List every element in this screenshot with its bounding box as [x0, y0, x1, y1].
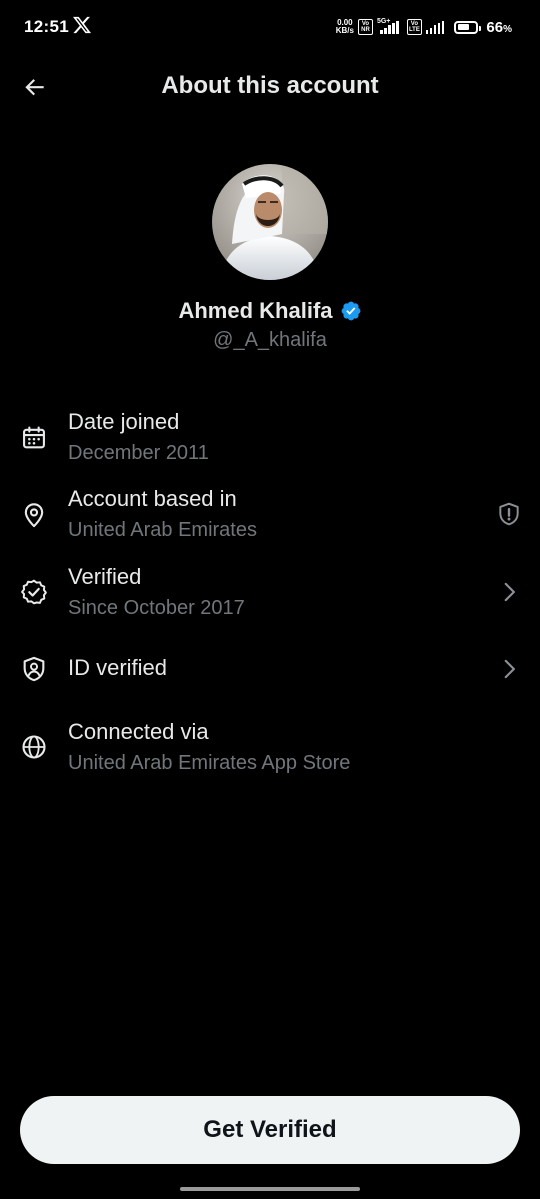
status-indicators: 0.00 KB/s Vo NR 5G+ Vo LTE 66%: [336, 16, 512, 38]
back-button[interactable]: [18, 70, 52, 104]
volte-nr-badge: Vo NR: [357, 19, 373, 35]
calendar-icon: [23, 426, 45, 449]
user-handle: @_A_khalifa: [213, 329, 327, 351]
info-verified[interactable]: Verified Since October 2017: [0, 557, 540, 627]
status-time: 12:51: [24, 17, 69, 36]
info-date-joined: Date joined December 2011: [0, 402, 540, 472]
back-arrow-icon: [25, 79, 44, 96]
avatar: [212, 164, 328, 280]
avatar-photo: [212, 164, 328, 280]
location-pin-icon: [24, 503, 44, 528]
info-value: Since October 2017: [68, 597, 245, 619]
display-name: Ahmed Khalifa: [178, 298, 333, 323]
chevron-right-icon: [504, 582, 515, 602]
info-value: United Arab Emirates App Store: [68, 752, 351, 774]
info-title: Date joined: [68, 409, 180, 434]
get-verified-button[interactable]: Get Verified: [20, 1096, 520, 1164]
network-speed: 0.00 KB/s: [335, 18, 354, 35]
home-indicator: [180, 1187, 360, 1191]
id-badge-shield-icon: [23, 656, 45, 682]
info-value: December 2011: [68, 442, 209, 464]
battery-percentage: 66%: [486, 18, 512, 36]
battery-icon: [454, 20, 482, 34]
globe-icon: [22, 735, 46, 759]
verified-badge-outline-icon: [21, 579, 47, 605]
info-account-based-in[interactable]: Account based in United Arab Emirates: [0, 479, 540, 549]
verified-badge-icon: [341, 301, 360, 321]
status-bar: 12:51 0.00 KB/s Vo NR 5G+ Vo LTE 66%: [0, 0, 540, 56]
display-name-row: Ahmed Khalifa: [0, 298, 540, 324]
info-connected-via: Connected via United Arab Emirates App S…: [0, 712, 540, 782]
info-value: United Arab Emirates: [68, 519, 257, 541]
signal-strength-icon-2: [425, 20, 445, 34]
info-title: Account based in: [68, 486, 237, 511]
info-title: Connected via: [68, 719, 209, 744]
chevron-right-icon: [504, 659, 515, 679]
info-id-verified[interactable]: ID verified: [0, 634, 540, 704]
battery-level-fill: [457, 24, 470, 30]
volte-lte-badge: Vo LTE: [406, 19, 422, 35]
page-title: About this account: [161, 72, 379, 99]
shield-alert-icon[interactable]: [496, 501, 522, 527]
network-type-label: 5G+: [376, 17, 391, 25]
info-title: ID verified: [68, 655, 168, 680]
x-logo-icon: [73, 16, 91, 34]
info-title: Verified: [68, 564, 142, 589]
